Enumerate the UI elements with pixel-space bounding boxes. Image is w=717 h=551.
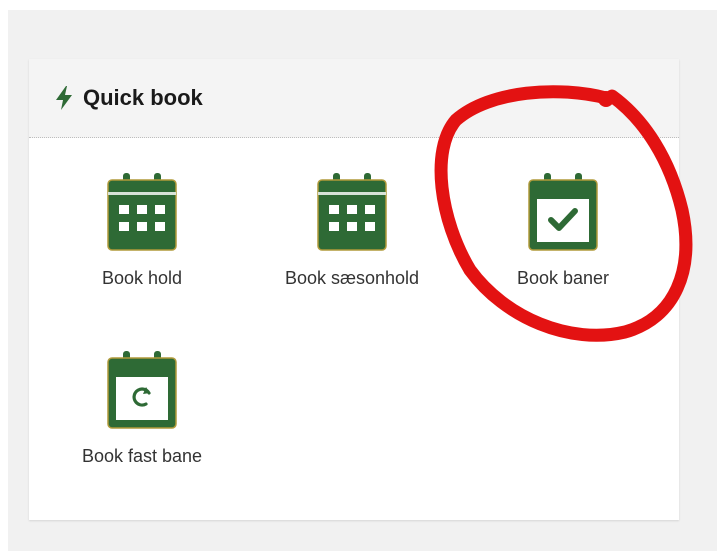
book-fast-bane-tile[interactable]: Book fast bane — [42, 351, 242, 501]
calendar-repeat-icon — [107, 351, 177, 429]
calendar-grid-icon — [317, 173, 387, 251]
tile-label: Book sæsonhold — [284, 268, 420, 288]
panel-title: Quick book — [83, 85, 203, 110]
tile-label: Book fast bane — [81, 446, 203, 466]
panel-header: Quick book — [29, 59, 679, 138]
tile-label: Book hold — [101, 268, 183, 288]
book-saesonhold-tile[interactable]: Book sæsonhold — [252, 173, 452, 323]
calendar-check-icon — [528, 173, 598, 251]
calendar-grid-icon — [107, 173, 177, 251]
quick-book-panel: Quick book Book hold Book sæsonhold Book… — [29, 59, 679, 520]
tile-label: Book baner — [516, 268, 610, 288]
book-baner-tile[interactable]: Book baner — [463, 173, 663, 323]
lightning-bolt-icon — [56, 86, 72, 110]
book-hold-tile[interactable]: Book hold — [42, 173, 242, 323]
